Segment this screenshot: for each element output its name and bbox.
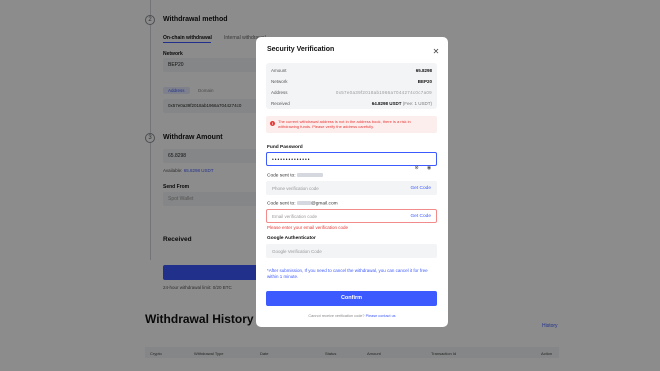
email-code-field[interactable]: Get Code xyxy=(266,209,437,223)
eye-hidden-icon[interactable]: ◉ xyxy=(426,165,432,171)
phone-code-label: Code sent to: xyxy=(267,173,323,178)
fund-password-label: Fund Password xyxy=(267,145,303,150)
contact-us-link[interactable]: Please contact us xyxy=(366,314,396,318)
phone-get-code-button[interactable]: Get Code xyxy=(410,186,431,191)
withdrawal-summary: Amount 65.8298 Network BEP20 Address 0x5… xyxy=(266,63,437,109)
phone-code-input[interactable] xyxy=(272,185,392,192)
close-icon[interactable]: ✕ xyxy=(432,48,440,56)
support-footer: Cannot receive verification code? Please… xyxy=(256,314,448,318)
modal-title: Security Verification xyxy=(267,46,335,53)
summary-address-label: Address xyxy=(271,90,288,95)
received-fee: (Fee: 1 USDT) xyxy=(402,101,432,106)
summary-address-row: Address 0x57e0a39f2018ab1966a7044274c0c7… xyxy=(271,90,432,97)
phone-code-field[interactable]: Get Code xyxy=(266,181,437,195)
google-code-field[interactable] xyxy=(266,244,437,258)
security-verification-modal: Security Verification ✕ Amount 65.8298 N… xyxy=(256,37,448,327)
password-icons: ⊗ ◉ xyxy=(412,156,432,171)
cancel-note: *After submission, If you need to cancel… xyxy=(267,268,428,279)
summary-received-label: Received xyxy=(271,101,290,106)
summary-amount-value: 65.8298 xyxy=(415,68,432,73)
summary-address-value: 0x57e0a39f2018ab1966a7044274c0c7a09 xyxy=(335,90,432,95)
summary-amount-row: Amount 65.8298 xyxy=(271,68,432,75)
email-error-text: Please enter your email verification cod… xyxy=(267,225,349,230)
summary-received-value: 64.8298 USDT (Fee: 1 USDT) xyxy=(372,101,432,106)
address-warning: ! The current withdrawal address is not … xyxy=(266,116,437,133)
warning-icon: ! xyxy=(270,121,275,126)
summary-network-row: Network BEP20 xyxy=(271,79,432,86)
email-code-label: Code sent to: @gmail.com xyxy=(267,201,338,206)
received-amount: 64.8298 USDT xyxy=(371,101,402,106)
email-code-label-text: Code sent to: xyxy=(267,201,296,207)
google-authenticator-label: Google Authenticator xyxy=(267,236,316,241)
summary-amount-label: Amount xyxy=(271,68,287,73)
email-domain: @gmail.com xyxy=(310,201,338,207)
summary-network-label: Network xyxy=(271,79,288,84)
email-get-code-button[interactable]: Get Code xyxy=(410,214,431,219)
support-text: Cannot receive verification code? xyxy=(308,314,365,318)
summary-network-value: BEP20 xyxy=(417,79,432,84)
google-code-input[interactable] xyxy=(272,248,392,255)
masked-email xyxy=(296,201,311,205)
phone-code-label-text: Code sent to: xyxy=(267,173,296,179)
clear-icon[interactable]: ⊗ xyxy=(414,165,420,171)
email-code-input[interactable] xyxy=(272,213,392,220)
fund-password-field[interactable]: ⊗ ◉ xyxy=(266,152,437,171)
fund-password-input[interactable] xyxy=(272,156,392,163)
summary-received-row: Received 64.8298 USDT (Fee: 1 USDT) xyxy=(271,101,432,108)
confirm-button[interactable]: Confirm xyxy=(266,291,437,306)
masked-phone xyxy=(296,173,323,177)
warning-text: The current withdrawal address is not in… xyxy=(278,119,411,130)
